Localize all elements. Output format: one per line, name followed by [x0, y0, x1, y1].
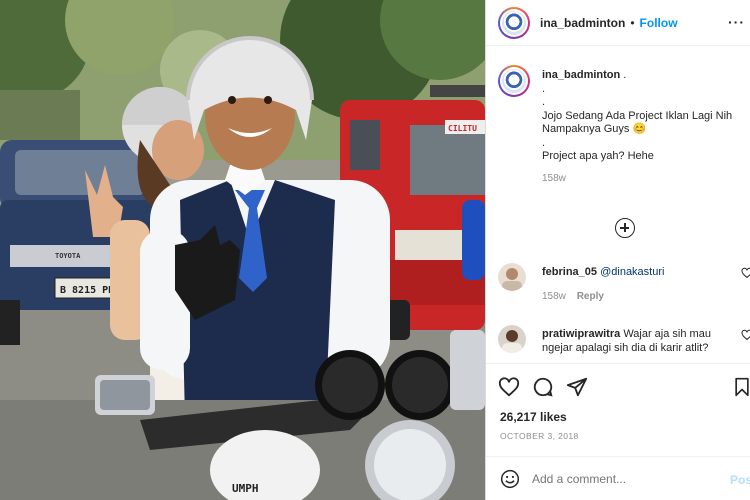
- caption-username-dot: .: [620, 69, 627, 81]
- post-button[interactable]: Post: [730, 473, 750, 487]
- comment-text: febrina_05 @dinakasturi: [542, 265, 732, 279]
- comment-input[interactable]: [532, 472, 712, 486]
- comment-username[interactable]: pratiwiprawitra: [542, 328, 620, 340]
- comment-timestamp[interactable]: 158w: [542, 291, 566, 302]
- comment-username[interactable]: febrina_05: [542, 266, 597, 278]
- caption-body: ina_badminton . . . Jojo Sedang Ada Proj…: [542, 69, 748, 185]
- share-icon[interactable]: [566, 376, 588, 398]
- plus-circle-icon[interactable]: [615, 218, 635, 238]
- post-panel: ina_badminton • Follow ··· ina_badminton…: [485, 0, 750, 500]
- caption-line: .: [542, 136, 546, 149]
- van-sign-text: CILITU: [448, 124, 477, 133]
- separator-dot: •: [630, 15, 635, 30]
- author-username[interactable]: ina_badminton: [540, 16, 625, 30]
- bike-brand-text: UMPH: [232, 482, 259, 495]
- author-avatar[interactable]: [498, 6, 530, 39]
- comment-mention[interactable]: @dinakasturi: [600, 266, 664, 278]
- badminton-logo-icon: [502, 10, 526, 35]
- caption-avatar-inner: [500, 67, 528, 95]
- caption-line: Project apa yah? Hehe: [542, 150, 654, 162]
- caption-line: Nampaknya Guys 😊: [542, 123, 647, 135]
- caption-timestamp[interactable]: 158w: [542, 172, 748, 186]
- heart-icon[interactable]: [741, 329, 750, 341]
- instagram-post-view: B 8215 PD TOYOTA CILITU UMPH ina_badmint…: [0, 0, 750, 500]
- follow-button[interactable]: Follow: [640, 16, 678, 30]
- badminton-logo-icon: [502, 69, 526, 93]
- post-date: OCTOBER 3, 2018: [500, 431, 579, 441]
- emoji-icon[interactable]: [500, 469, 520, 489]
- reply-button[interactable]: Reply: [577, 291, 604, 302]
- caption-line: Jojo Sedang Ada Project Iklan Lagi Nih: [542, 109, 733, 122]
- heart-icon[interactable]: [498, 376, 520, 398]
- more-icon[interactable]: ···: [728, 14, 745, 30]
- heart-icon[interactable]: [741, 267, 750, 279]
- avatar-image: [498, 325, 526, 353]
- add-comment-bar: Post: [486, 456, 750, 500]
- caption-avatar[interactable]: [498, 65, 530, 97]
- comment-icon[interactable]: [532, 376, 554, 398]
- author-avatar-inner: [500, 8, 528, 37]
- commenter-avatar[interactable]: [498, 325, 526, 353]
- commenter-avatar[interactable]: [498, 263, 526, 291]
- car-brand-text: TOYOTA: [55, 252, 81, 260]
- photo-illustration: B 8215 PD TOYOTA CILITU UMPH: [0, 0, 485, 500]
- post-photo[interactable]: B 8215 PD TOYOTA CILITU UMPH: [0, 0, 485, 500]
- license-plate-text: B 8215 PD: [60, 285, 114, 296]
- likes-count[interactable]: 26,217 likes: [500, 410, 567, 424]
- post-header: ina_badminton • Follow ···: [486, 0, 750, 46]
- comment-meta: 158w Reply: [542, 291, 604, 302]
- caption-username[interactable]: ina_badminton: [542, 69, 620, 81]
- caption-line: .: [542, 82, 546, 95]
- caption-line: .: [542, 96, 546, 108]
- action-bar: [486, 363, 750, 407]
- comment-text: pratiwiprawitra Wajar aja sih mau ngejar…: [542, 327, 732, 355]
- bookmark-icon[interactable]: [732, 376, 750, 398]
- avatar-image: [498, 263, 526, 291]
- comments-section[interactable]: ina_badminton . . . Jojo Sedang Ada Proj…: [486, 47, 750, 363]
